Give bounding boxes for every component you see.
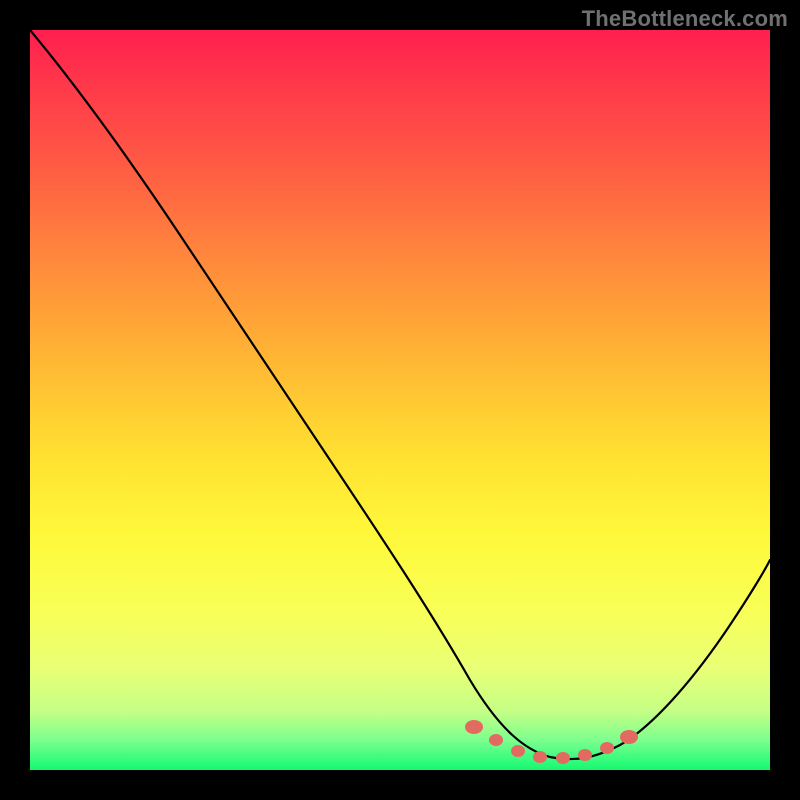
bottleneck-curve (30, 30, 770, 759)
marker-dot (465, 720, 483, 734)
marker-dot (556, 752, 570, 764)
plot-area (30, 30, 770, 770)
marker-dot (620, 730, 638, 744)
marker-dot (600, 742, 614, 754)
marker-dot (489, 734, 503, 746)
marker-dot (578, 749, 592, 761)
marker-dot (533, 751, 547, 763)
marker-dot (511, 745, 525, 757)
curve-layer (30, 30, 770, 770)
chart-stage: TheBottleneck.com (0, 0, 800, 800)
watermark-text: TheBottleneck.com (582, 6, 788, 32)
